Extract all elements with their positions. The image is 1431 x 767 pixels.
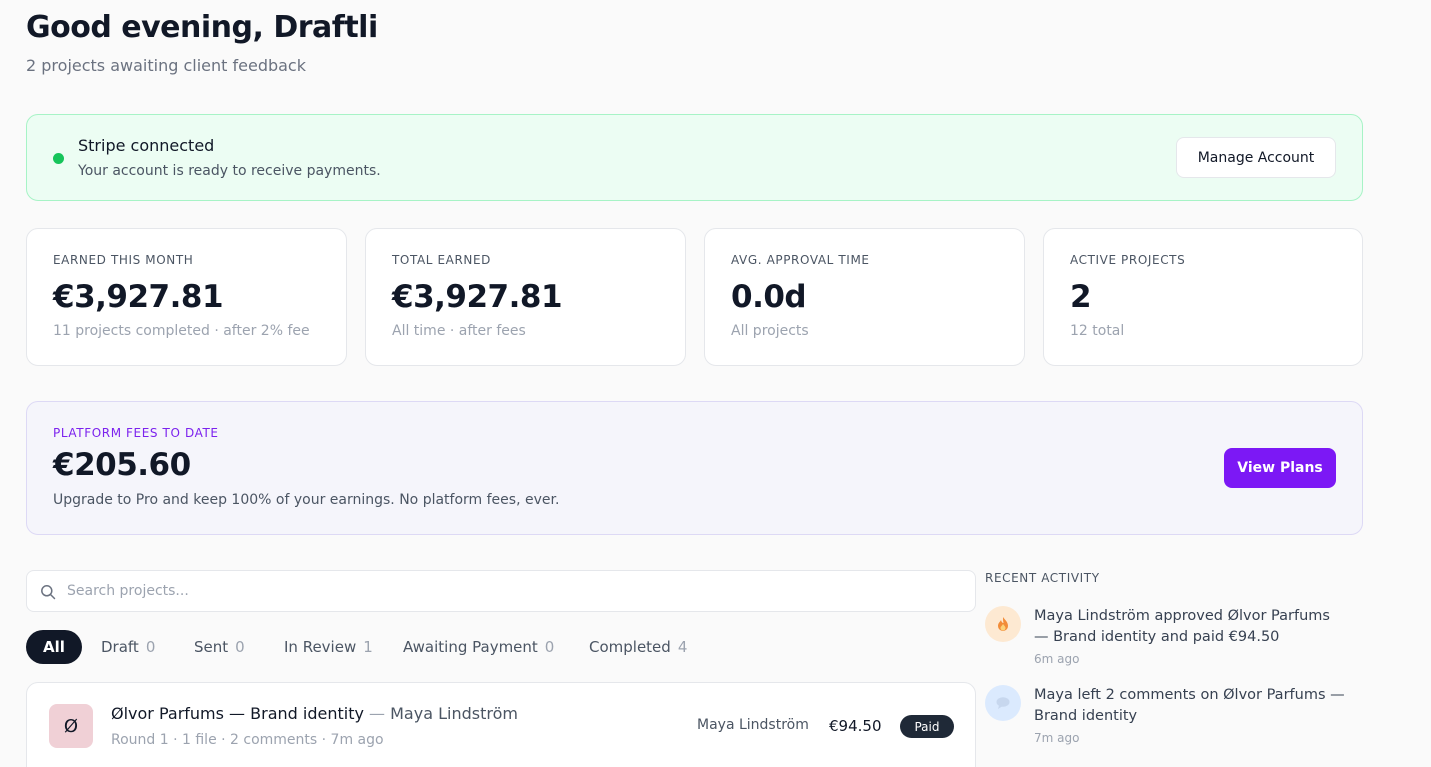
filter-label: Sent [194, 638, 229, 656]
fees-label: PLATFORM FEES TO DATE [53, 426, 219, 440]
filter-tab-draft[interactable]: Draft 0 [101, 630, 155, 664]
stat-label: EARNED THIS MONTH [53, 253, 194, 267]
filter-tab-sent[interactable]: Sent 0 [194, 630, 245, 664]
filter-tab-completed[interactable]: Completed 4 [589, 630, 687, 664]
stat-card-total-earned: TOTAL EARNED €3,927.81 All time · after … [365, 228, 686, 366]
stat-note: All projects [731, 323, 809, 339]
stat-card-active-projects: ACTIVE PROJECTS 2 12 total [1043, 228, 1363, 366]
activity-heading: RECENT ACTIVITY [985, 571, 1100, 585]
view-plans-button[interactable]: View Plans [1224, 448, 1336, 488]
platform-fees-card: PLATFORM FEES TO DATE €205.60 Upgrade to… [26, 401, 1363, 535]
filter-label: Completed [589, 638, 671, 656]
stat-value: €3,927.81 [53, 279, 224, 315]
project-client: Maya Lindström [697, 717, 809, 733]
comment-icon [985, 685, 1021, 721]
filter-tab-all[interactable]: All [26, 630, 82, 664]
project-meta: Round 1 · 1 file · 2 comments · 7m ago [111, 732, 384, 748]
project-row[interactable]: Ø Ølvor Parfums — Brand identity — Maya … [26, 682, 976, 767]
status-badge: Paid [900, 715, 954, 738]
title-separator: — [369, 704, 386, 723]
filter-label: Draft [101, 638, 139, 656]
page-title: Good evening, Draftli [26, 10, 378, 45]
project-client-inline: Maya Lindström [390, 704, 518, 723]
stripe-status-banner: Stripe connected Your account is ready t… [26, 114, 1363, 201]
page-subtitle: 2 projects awaiting client feedback [26, 56, 306, 75]
manage-account-button[interactable]: Manage Account [1176, 137, 1336, 178]
project-name: Ølvor Parfums — Brand identity [111, 704, 364, 723]
project-initial-avatar: Ø [49, 704, 93, 748]
filter-label: Awaiting Payment [403, 638, 538, 656]
filter-count: 4 [677, 638, 688, 656]
project-search [26, 570, 976, 612]
activity-text: Maya Lindström approved Ølvor Parfums — … [1034, 608, 1330, 645]
stats-row: EARNED THIS MONTH €3,927.81 11 projects … [26, 228, 1363, 366]
stat-label: AVG. APPROVAL TIME [731, 253, 870, 267]
stat-value: €3,927.81 [392, 279, 563, 315]
filter-count: 0 [235, 638, 245, 656]
stripe-description: Your account is ready to receive payment… [78, 163, 381, 179]
stat-note: 12 total [1070, 323, 1125, 339]
filter-tab-in-review[interactable]: In Review 1 [284, 630, 373, 664]
search-icon [41, 585, 56, 600]
project-price: €94.50 [829, 717, 882, 735]
stat-label: TOTAL EARNED [392, 253, 492, 267]
filter-count: 1 [363, 638, 373, 656]
fees-description: Upgrade to Pro and keep 100% of your ear… [53, 492, 560, 508]
stat-label: ACTIVE PROJECTS [1070, 253, 1186, 267]
filter-label: In Review [284, 638, 357, 656]
status-dot-icon [53, 153, 64, 164]
stat-note: 11 projects completed · after 2% fee [53, 323, 310, 339]
filter-count: 0 [544, 638, 555, 656]
filter-label: All [43, 638, 65, 656]
project-title: Ølvor Parfums — Brand identity — Maya Li… [111, 704, 518, 723]
search-input[interactable] [67, 571, 957, 611]
stripe-title: Stripe connected [78, 136, 215, 155]
stat-card-approval-time: AVG. APPROVAL TIME 0.0d All projects [704, 228, 1025, 366]
stat-value: 0.0d [731, 279, 807, 315]
activity-time: 6m ago [1034, 652, 1080, 666]
filter-tab-awaiting-payment[interactable]: Awaiting Payment 0 [403, 630, 554, 664]
activity-time: 7m ago [1034, 731, 1080, 745]
stat-value: 2 [1070, 279, 1092, 315]
flame-icon [985, 606, 1021, 642]
stat-card-earned-month: EARNED THIS MONTH €3,927.81 11 projects … [26, 228, 347, 366]
fees-value: €205.60 [53, 447, 191, 483]
activity-text: Maya left 2 comments on Ølvor Parfums — … [1034, 687, 1345, 724]
stat-note: All time · after fees [392, 323, 526, 339]
filter-count: 0 [145, 638, 156, 656]
